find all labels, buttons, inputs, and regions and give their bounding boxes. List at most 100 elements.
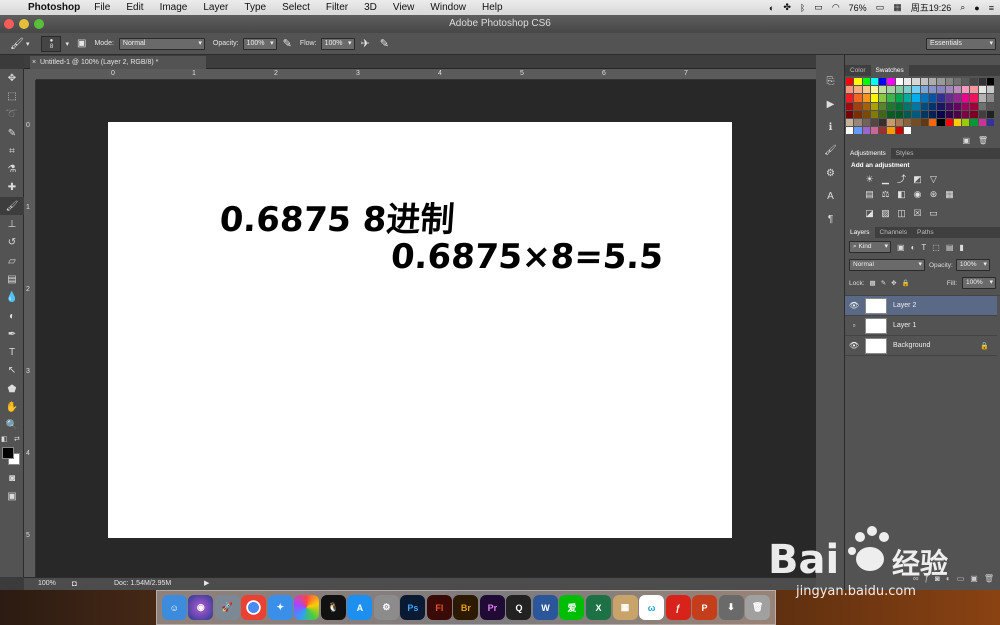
swatch[interactable] <box>846 78 854 86</box>
swatch[interactable] <box>953 86 962 94</box>
swatch[interactable] <box>862 94 870 102</box>
chrome-icon[interactable] <box>241 595 267 620</box>
adjustment-filter-icon[interactable]: ◐ <box>911 243 916 252</box>
eraser-tool-icon[interactable]: ▱ <box>0 252 24 270</box>
pressure-size-icon[interactable]: ✎ <box>380 37 389 50</box>
layer-row[interactable]: 👁 Layer 2 <box>845 296 997 317</box>
flash-player-icon[interactable]: ƒ <box>665 595 691 620</box>
swatch[interactable] <box>937 86 945 94</box>
blend-mode-select[interactable]: Normal <box>849 259 925 272</box>
gradient-map-icon[interactable]: ▭ <box>927 208 940 219</box>
swatch[interactable] <box>879 118 887 127</box>
downloads-icon[interactable]: ⬇ <box>718 595 744 620</box>
system-preferences-icon[interactable]: ⚙ <box>373 595 399 620</box>
swatch[interactable] <box>879 102 887 110</box>
bridge-icon[interactable]: Br <box>453 595 479 620</box>
minimize-window-button[interactable] <box>19 19 29 29</box>
battery-percent[interactable]: 76% <box>849 3 867 13</box>
swatch[interactable] <box>846 127 854 135</box>
color-lookup-icon[interactable]: ▦ <box>943 189 956 200</box>
delete-swatch-icon[interactable]: 🗑 <box>978 136 988 145</box>
swatch[interactable] <box>895 86 904 94</box>
swatch[interactable] <box>962 102 970 110</box>
close-window-button[interactable] <box>4 19 14 29</box>
swatch[interactable] <box>854 118 862 127</box>
quicktime-icon[interactable]: Q <box>506 595 532 620</box>
tab-swatches[interactable]: Swatches <box>870 65 909 76</box>
visibility-off-icon[interactable]: ▫ <box>845 321 863 330</box>
swatch[interactable] <box>970 110 978 118</box>
fill-field[interactable]: 100% <box>962 277 996 290</box>
swatch[interactable] <box>937 118 945 127</box>
premiere-icon[interactable]: Pr <box>479 595 505 620</box>
swatch[interactable] <box>904 102 912 110</box>
swatch[interactable] <box>854 94 862 102</box>
swatch[interactable] <box>846 94 854 102</box>
document-canvas[interactable]: 0.6875 8进制 0.6875×8=5.5 <box>108 122 732 538</box>
brush-panel-icon[interactable]: 🖌 <box>816 139 845 162</box>
swatch[interactable] <box>928 78 937 86</box>
healing-brush-tool-icon[interactable]: ✚ <box>0 179 24 197</box>
siri-icon[interactable]: ● <box>974 3 979 13</box>
swatch[interactable] <box>862 78 870 86</box>
swap-colors-icon[interactable]: ⇄ <box>14 435 20 443</box>
swatch[interactable] <box>854 78 862 86</box>
lasso-tool-icon[interactable]: ➰ <box>0 106 24 124</box>
type-tool-icon[interactable]: T <box>0 343 24 361</box>
swatch[interactable] <box>978 102 987 110</box>
screen-mode-icon[interactable]: ▣ <box>0 487 24 505</box>
swatch[interactable] <box>937 94 945 102</box>
quick-selection-tool-icon[interactable]: ✎ <box>0 124 24 142</box>
lock-transparent-icon[interactable]: ▩ <box>870 279 876 287</box>
layer-row[interactable]: 👁 Background 🔒 <box>845 336 997 357</box>
tab-channels[interactable]: Channels <box>875 227 912 238</box>
swatch[interactable] <box>846 118 854 127</box>
brush-preset-picker[interactable]: ● 8 <box>41 35 62 52</box>
swatch[interactable] <box>895 118 904 127</box>
swatch[interactable] <box>846 86 854 94</box>
filter-toggle-icon[interactable]: ▮ <box>959 243 963 252</box>
history-brush-tool-icon[interactable]: ↺ <box>0 234 24 252</box>
mode-select[interactable]: Normal <box>118 37 205 50</box>
swatch[interactable] <box>904 118 912 127</box>
character-panel-icon[interactable]: A <box>816 185 845 208</box>
swatch[interactable] <box>970 86 978 94</box>
swatch[interactable] <box>862 110 870 118</box>
vibrance-icon[interactable]: ▽ <box>927 174 940 185</box>
swatch[interactable] <box>987 78 995 86</box>
swatch[interactable] <box>862 127 870 135</box>
swatch[interactable] <box>904 127 912 135</box>
crop-tool-icon[interactable]: ⌗ <box>0 142 24 160</box>
swatch[interactable] <box>846 110 854 118</box>
airplay-icon[interactable]: ▭ <box>814 2 823 13</box>
levels-icon[interactable]: ▁ <box>879 174 892 185</box>
menu-3d[interactable]: 3D <box>356 2 385 13</box>
status-icon-1[interactable]: ◐ <box>769 3 774 13</box>
swatch[interactable] <box>953 118 962 127</box>
iqiyi-icon[interactable]: 爱 <box>559 595 585 620</box>
swatch[interactable] <box>962 86 970 94</box>
app-store-icon[interactable]: A <box>347 595 373 620</box>
swatch[interactable] <box>962 110 970 118</box>
siri-icon[interactable]: ◉ <box>188 595 214 620</box>
tab-layers[interactable]: Layers <box>845 227 875 239</box>
swatch[interactable] <box>987 86 995 94</box>
history-panel-icon[interactable]: ⎘ <box>816 70 845 93</box>
app-menu[interactable]: Photoshop <box>24 2 86 13</box>
swatch[interactable] <box>962 94 970 102</box>
flag-icon[interactable]: ▦ <box>893 2 902 13</box>
swatch[interactable] <box>904 94 912 102</box>
swatch[interactable] <box>854 86 862 94</box>
default-colors-icon[interactable]: ◧ <box>1 435 8 443</box>
swatch[interactable] <box>953 102 962 110</box>
swatch[interactable] <box>920 118 928 127</box>
zoom-level[interactable]: 100% <box>38 580 56 587</box>
tab-paths[interactable]: Paths <box>912 227 939 238</box>
type-filter-icon[interactable]: T <box>921 243 926 252</box>
zoom-window-button[interactable] <box>34 19 44 29</box>
quick-mask-icon[interactable]: ◙ <box>0 469 24 487</box>
swatch[interactable] <box>987 94 995 102</box>
shape-filter-icon[interactable]: ⬚ <box>932 243 940 252</box>
kind-filter-select[interactable]: ⌕ Kind <box>849 241 891 254</box>
paragraph-panel-icon[interactable]: ¶ <box>816 208 845 231</box>
